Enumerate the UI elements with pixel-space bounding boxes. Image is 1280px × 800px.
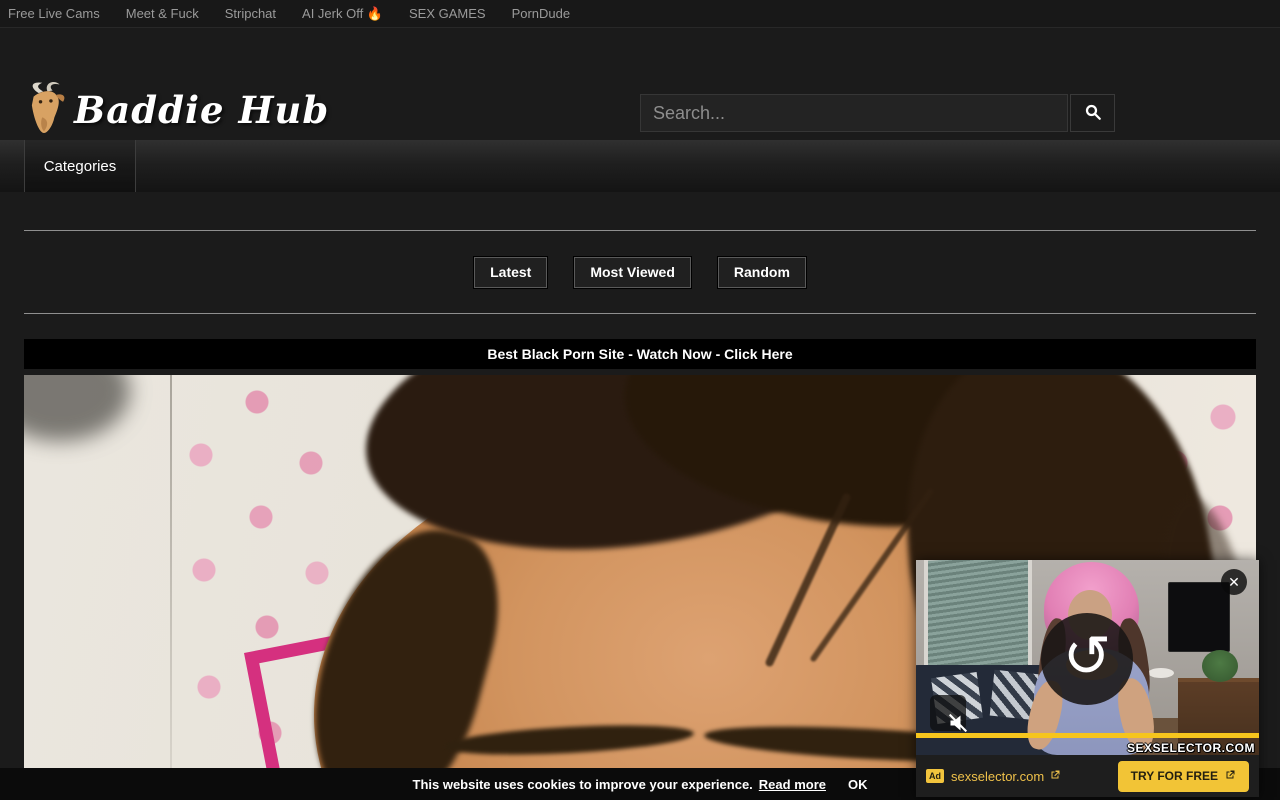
try-for-free-button[interactable]: TRY FOR FREE xyxy=(1118,761,1249,792)
divider-bottom xyxy=(24,313,1256,314)
ad-badge: Ad xyxy=(926,769,944,783)
most-viewed-button[interactable]: Most Viewed xyxy=(574,257,691,288)
search-button[interactable] xyxy=(1070,94,1115,132)
plant xyxy=(1202,650,1238,682)
sort-filter-row: Latest Most Viewed Random xyxy=(0,257,1280,288)
ad-progress-bar[interactable] xyxy=(916,733,1259,738)
divider-top xyxy=(24,230,1256,231)
wall-tv xyxy=(1168,582,1230,652)
ad-domain-link[interactable]: sexselector.com xyxy=(951,769,1061,784)
cookie-message: This website uses cookies to improve you… xyxy=(413,777,753,792)
toplink-ai-jerk-off[interactable]: AI Jerk Off 🔥 xyxy=(302,6,383,22)
read-more-link[interactable]: Read more xyxy=(759,777,826,792)
search-input[interactable] xyxy=(640,94,1068,132)
goat-logo-icon xyxy=(18,78,70,141)
close-icon[interactable]: ✕ xyxy=(1221,569,1247,595)
latest-button[interactable]: Latest xyxy=(474,257,547,288)
replay-icon: ↺ xyxy=(1063,627,1112,685)
mute-button[interactable] xyxy=(930,695,966,731)
site-header: Baddie Hub xyxy=(0,28,1280,140)
side-table xyxy=(1148,668,1174,678)
external-link-icon xyxy=(1224,769,1236,784)
try-for-free-label: TRY FOR FREE xyxy=(1131,769,1218,783)
ad-domain-text: sexselector.com xyxy=(951,769,1044,784)
video-ad-overlay: ↺ SEXSELECTOR.COM ✕ Ad sexselector.com xyxy=(916,560,1259,797)
toplink-porndude[interactable]: PornDude xyxy=(512,6,571,21)
toplink-sex-games[interactable]: SEX GAMES xyxy=(409,6,486,21)
search-icon xyxy=(1084,103,1102,124)
main-nav: Categories xyxy=(0,140,1280,192)
search-bar xyxy=(640,94,1115,132)
random-button[interactable]: Random xyxy=(718,257,806,288)
toplink-stripchat[interactable]: Stripchat xyxy=(225,6,276,21)
site-logo[interactable]: Baddie Hub xyxy=(18,78,329,141)
ad-info-bar: Ad sexselector.com TRY FOR FREE xyxy=(916,755,1259,797)
cookie-ok-button[interactable]: OK xyxy=(848,777,868,792)
ad-watermark-text: SEXSELECTOR.COM xyxy=(1127,741,1255,755)
external-link-icon xyxy=(1049,769,1061,784)
site-title: Baddie Hub xyxy=(74,88,329,132)
toplink-free-live-cams[interactable]: Free Live Cams xyxy=(8,6,100,21)
replay-button[interactable]: ↺ xyxy=(1041,613,1133,705)
top-links-bar: Free Live Cams Meet & Fuck Stripchat AI … xyxy=(0,0,1280,28)
toplink-meet-and-fuck[interactable]: Meet & Fuck xyxy=(126,6,199,21)
nav-item-categories[interactable]: Categories xyxy=(24,140,136,192)
text-ad-banner[interactable]: Best Black Porn Site - Watch Now - Click… xyxy=(24,339,1256,369)
ad-video-frame[interactable]: ↺ SEXSELECTOR.COM ✕ xyxy=(916,560,1259,755)
